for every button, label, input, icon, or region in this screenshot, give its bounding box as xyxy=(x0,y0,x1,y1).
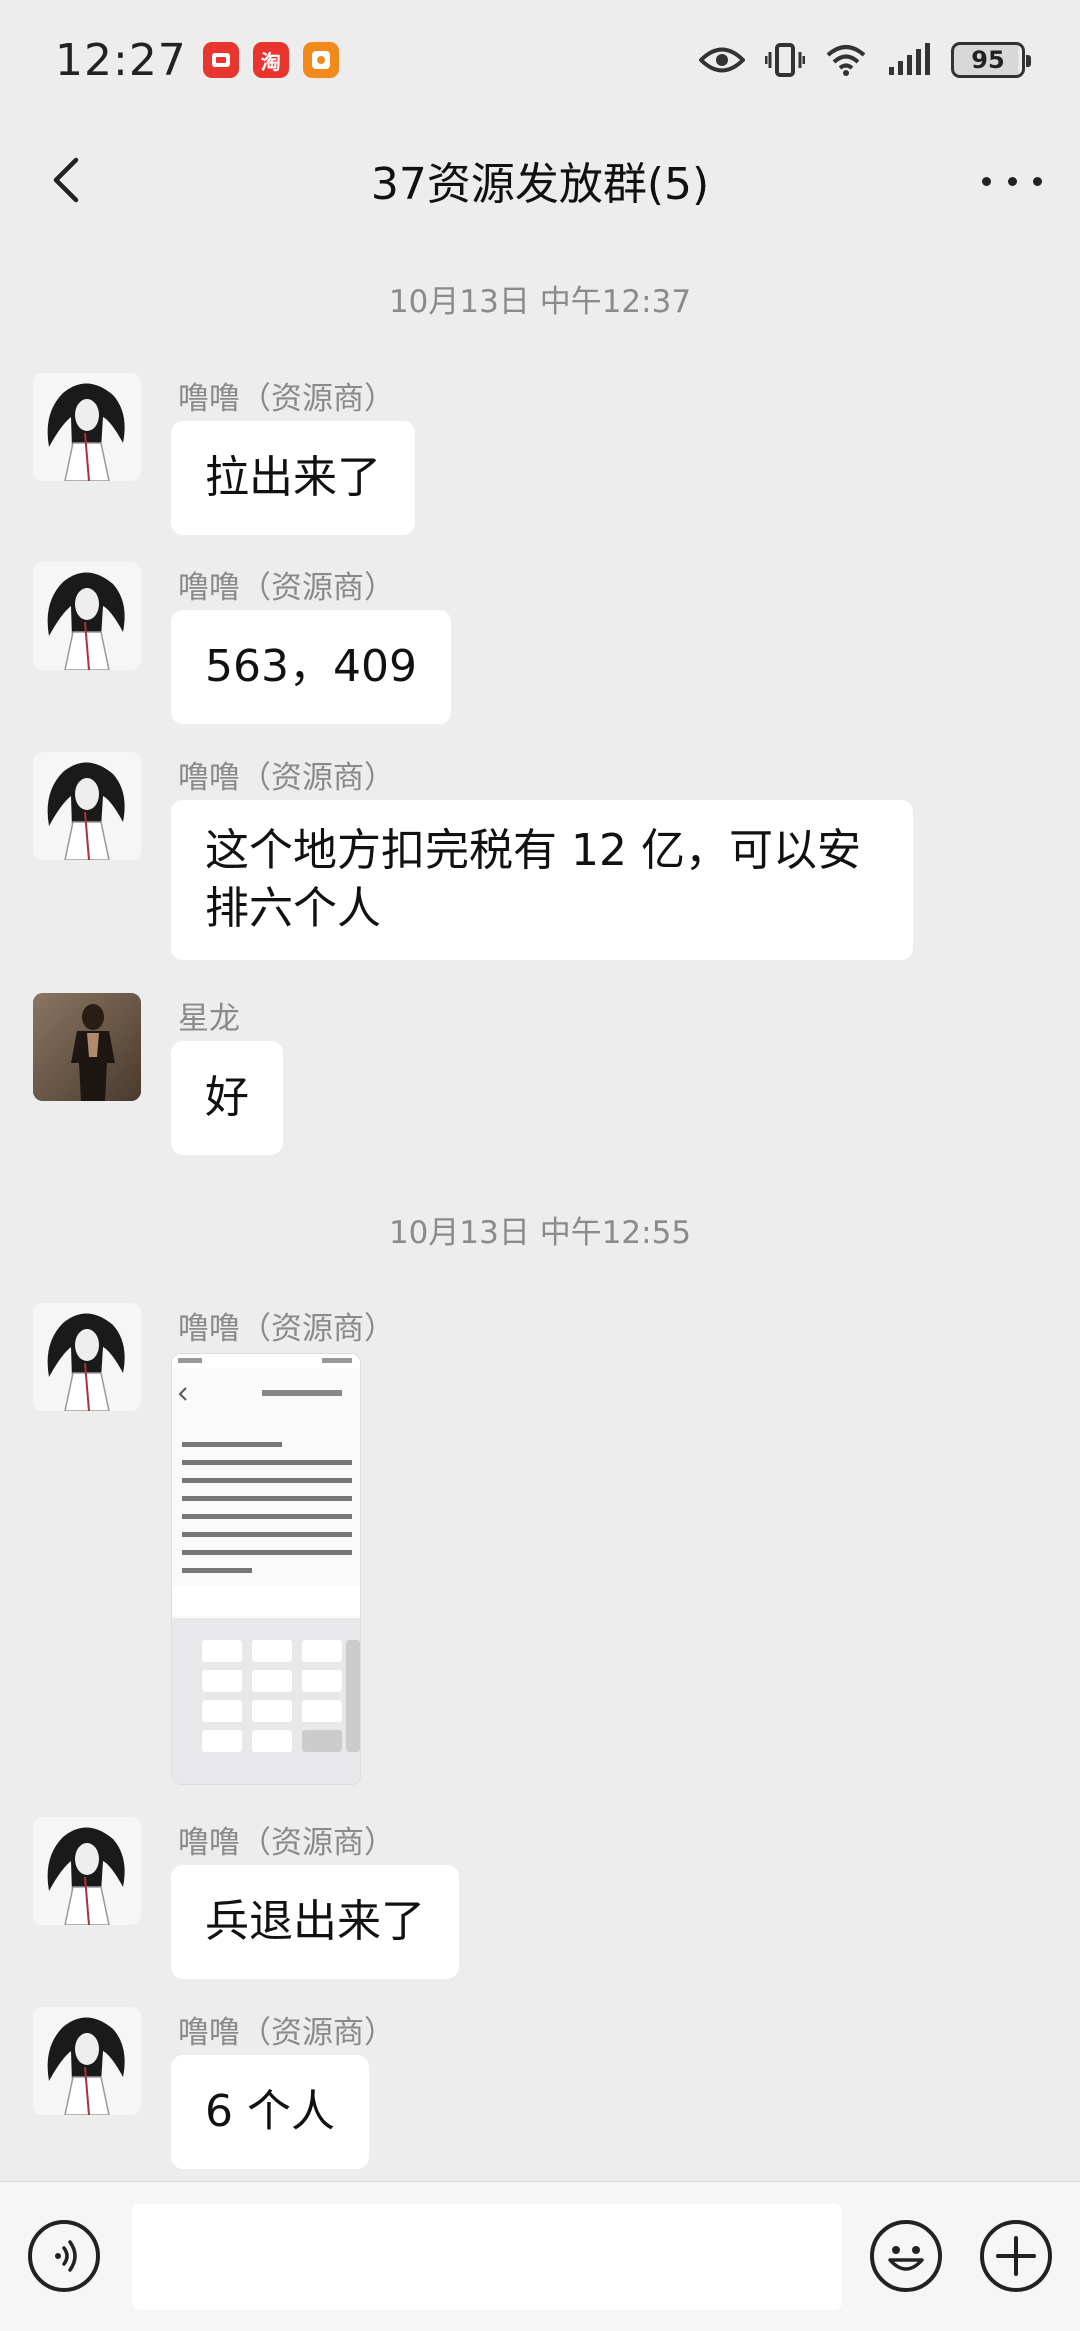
signal-icon xyxy=(889,43,930,75)
red-notification-icon xyxy=(202,42,239,78)
status-time: 12:27 xyxy=(55,34,187,86)
message-input[interactable] xyxy=(132,2204,842,2310)
message-item: 噜噜（资源商） 这个地方扣完税有 12 亿，可以安 排六个人 xyxy=(33,752,1043,962)
orange-notification-icon xyxy=(302,42,339,78)
message-bubble[interactable]: 6 个人 xyxy=(171,2055,369,2169)
timestamp: 10月13日 中午12:37 xyxy=(388,284,692,320)
avatar[interactable] xyxy=(33,752,141,860)
emoji-icon[interactable] xyxy=(870,2220,942,2292)
status-bar: 12:27 淘 95 xyxy=(0,0,1080,120)
chat-header: 37资源发放群(5) xyxy=(0,120,1080,240)
sender-name: 星龙 xyxy=(178,1001,240,1037)
taobao-icon: 淘 xyxy=(252,42,289,78)
sender-name: 噜噜（资源商） xyxy=(178,1825,395,1861)
message-line: 这个地方扣完税有 12 亿，可以安 xyxy=(205,825,861,876)
avatar[interactable] xyxy=(33,1303,141,1411)
message-item: 噜噜（资源商） 6 个人 xyxy=(33,2007,1043,2169)
message-bubble[interactable]: 这个地方扣完税有 12 亿，可以安 排六个人 xyxy=(171,800,913,960)
avatar[interactable] xyxy=(33,562,141,670)
back-arrow-icon[interactable] xyxy=(40,152,96,208)
message-bubble[interactable]: 拉出来了 xyxy=(171,421,415,535)
message-item: 噜噜（资源商） 563，409 xyxy=(33,562,1043,724)
avatar[interactable] xyxy=(33,2007,141,2115)
eye-icon xyxy=(699,47,745,73)
plus-icon[interactable] xyxy=(980,2220,1052,2292)
avatar[interactable] xyxy=(33,373,141,481)
more-options-icon[interactable] xyxy=(982,156,1042,206)
wifi-icon xyxy=(826,45,866,76)
message-line: 排六个人 xyxy=(205,883,381,934)
sender-name: 噜噜（资源商） xyxy=(178,2015,395,2051)
sender-name: 噜噜（资源商） xyxy=(178,381,395,417)
battery-indicator: 95 xyxy=(951,42,1031,78)
chat-title: 37资源发放群(5) xyxy=(370,159,710,210)
status-right: 95 xyxy=(699,42,1031,78)
vibrate-icon xyxy=(765,43,805,77)
avatar[interactable] xyxy=(33,1817,141,1925)
message-item: 星龙 好 xyxy=(33,993,1043,1155)
timestamp: 10月13日 中午12:55 xyxy=(388,1215,692,1251)
avatar[interactable] xyxy=(33,993,141,1101)
message-item: 噜噜（资源商） 拉出来了 xyxy=(33,373,1043,535)
input-bar xyxy=(0,2181,1080,2331)
message-bubble[interactable]: 563，409 xyxy=(171,610,451,724)
message-bubble[interactable]: 兵退出来了 xyxy=(171,1865,459,1979)
sender-name: 噜噜（资源商） xyxy=(178,760,395,796)
image-message[interactable] xyxy=(171,1353,361,1785)
sender-name: 噜噜（资源商） xyxy=(178,1311,395,1347)
message-item: 噜噜（资源商） xyxy=(33,1303,1043,1793)
message-bubble[interactable]: 好 xyxy=(171,1041,283,1155)
notification-icons: 淘 xyxy=(202,42,339,78)
voice-input-icon[interactable] xyxy=(28,2220,100,2292)
sender-name: 噜噜（资源商） xyxy=(178,570,395,606)
message-item: 噜噜（资源商） 兵退出来了 xyxy=(33,1817,1043,1979)
